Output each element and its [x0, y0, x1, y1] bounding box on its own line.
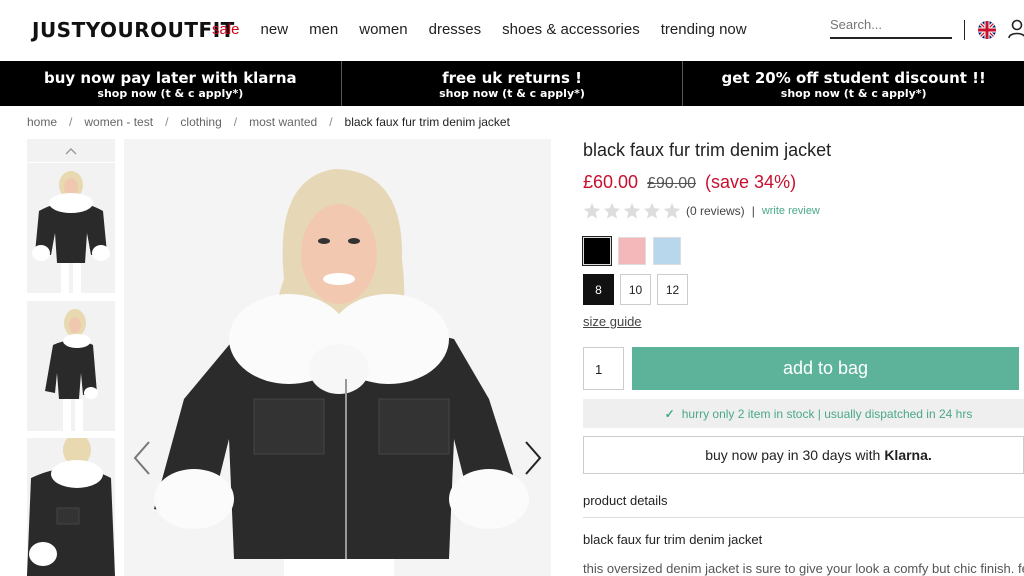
main-product-image[interactable] — [124, 139, 551, 576]
rating-row: (0 reviews) | write review — [583, 202, 820, 220]
details-description: this oversized denim jacket is sure to g… — [583, 561, 1024, 576]
details-divider — [583, 517, 1024, 518]
stock-notice: ✓ hurry only 2 item in stock | usually d… — [583, 399, 1024, 428]
breadcrumb-home[interactable]: home — [27, 115, 57, 129]
star-icon — [623, 202, 641, 219]
price-now: £60.00 — [583, 172, 639, 192]
product-thumbnail-2[interactable] — [27, 301, 115, 431]
promo-subtitle: shop now (t & c apply*) — [780, 87, 927, 100]
star-rating — [583, 202, 681, 220]
stock-message: hurry only 2 item in stock | usually dis… — [681, 406, 973, 421]
header-divider — [964, 20, 965, 40]
size-guide-link[interactable]: size guide — [583, 314, 642, 329]
search-input[interactable] — [830, 17, 952, 32]
klarna-text: buy now pay in 30 days with — [705, 447, 881, 463]
star-icon — [583, 202, 601, 219]
add-to-bag-button[interactable]: add to bag — [632, 347, 1019, 390]
site-header: JUSTYOUROUTFIT sale new men women dresse… — [0, 0, 1024, 61]
promo-title: buy now pay later with klarna — [44, 69, 297, 87]
review-count[interactable]: (0 reviews) — [686, 204, 745, 218]
breadcrumb-separator: / — [329, 115, 333, 129]
product-price: £60.00 £90.00 (save 34%) — [583, 172, 796, 193]
promo-klarna[interactable]: buy now pay later with klarna shop now (… — [0, 61, 342, 106]
uk-flag-icon[interactable] — [978, 21, 996, 39]
next-image-button[interactable] — [522, 440, 544, 476]
nav-dresses[interactable]: dresses — [429, 21, 482, 38]
promo-subtitle: shop now (t & c apply*) — [97, 87, 244, 100]
product-thumbnail-3[interactable] — [27, 438, 115, 576]
size-option-10[interactable]: 10 — [620, 274, 651, 305]
logo[interactable]: JUSTYOUROUTFIT — [32, 18, 235, 42]
promo-bar: buy now pay later with klarna shop now (… — [0, 61, 1024, 106]
promo-returns[interactable]: free uk returns ! shop now (t & c apply*… — [342, 61, 684, 106]
breadcrumb-most-wanted[interactable]: most wanted — [249, 115, 317, 129]
color-swatch-blue[interactable] — [653, 237, 681, 265]
breadcrumb-separator: / — [69, 115, 73, 129]
size-option-8[interactable]: 8 — [583, 274, 614, 305]
details-product-name: black faux fur trim denim jacket — [583, 532, 763, 547]
star-icon — [663, 202, 681, 219]
quantity-input[interactable]: 1 — [583, 347, 624, 390]
nav-women[interactable]: women — [359, 21, 407, 38]
breadcrumb-separator: / — [233, 115, 238, 129]
search-field — [830, 17, 952, 39]
price-save: (save 34%) — [705, 172, 797, 192]
promo-title: get 20% off student discount !! — [721, 69, 986, 87]
klarna-brand: Klarna. — [884, 447, 932, 463]
account-icon[interactable] — [1008, 19, 1024, 39]
color-swatch-black[interactable] — [582, 236, 612, 266]
product-title: black faux fur trim denim jacket — [583, 140, 832, 160]
star-icon — [643, 202, 661, 219]
breadcrumb-clothing[interactable]: clothing — [180, 115, 221, 129]
rating-separator: | — [751, 204, 755, 218]
product-details-heading[interactable]: product details — [583, 493, 668, 508]
previous-image-button[interactable] — [131, 440, 153, 476]
check-icon: ✓ — [664, 406, 675, 421]
chevron-up-icon — [65, 147, 77, 154]
promo-subtitle: shop now (t & c apply*) — [439, 87, 585, 100]
color-swatches — [582, 236, 681, 266]
star-icon — [603, 202, 621, 219]
breadcrumb-women-test[interactable]: women - test — [84, 115, 153, 129]
chevron-right-icon — [525, 441, 542, 475]
klarna-banner[interactable]: buy now pay in 30 days with Klarna. — [583, 436, 1024, 474]
color-swatch-pink[interactable] — [618, 237, 646, 265]
promo-title: free uk returns ! — [442, 69, 582, 87]
main-nav: sale new men women dresses shoes & acces… — [212, 21, 768, 38]
size-options: 8 10 12 — [583, 274, 688, 305]
breadcrumb-current: black faux fur trim denim jacket — [344, 115, 510, 129]
thumbnail-up-button[interactable] — [27, 139, 115, 162]
product-thumbnail-1[interactable] — [27, 163, 115, 293]
nav-sale[interactable]: sale — [212, 21, 240, 38]
nav-new[interactable]: new — [261, 21, 289, 38]
promo-student[interactable]: get 20% off student discount !! shop now… — [683, 61, 1024, 106]
breadcrumb: home / women - test / clothing / most wanted / b… — [27, 115, 510, 129]
size-option-12[interactable]: 12 — [657, 274, 688, 305]
nav-men[interactable]: men — [309, 21, 338, 38]
nav-trending-now[interactable]: trending now — [661, 21, 747, 38]
breadcrumb-separator: / — [165, 115, 169, 129]
nav-shoes-accessories[interactable]: shoes & accessories — [502, 21, 640, 38]
write-review-link[interactable]: write review — [762, 205, 820, 217]
chevron-left-icon — [133, 441, 150, 475]
price-was: £90.00 — [647, 175, 697, 192]
